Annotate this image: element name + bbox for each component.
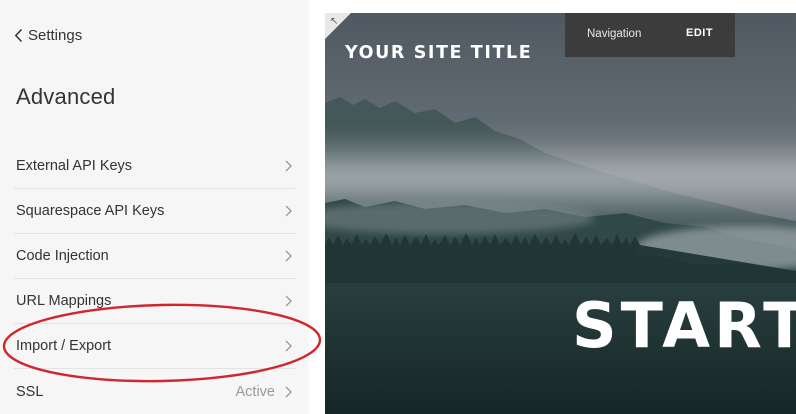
chevron-right-icon	[285, 340, 292, 352]
menu-item-squarespace-api-keys[interactable]: Squarespace API Keys	[14, 189, 295, 234]
site-preview: ↖ YOUR SITE TITLE Navigation EDIT START	[325, 13, 796, 414]
menu-item-label: Code Injection	[16, 248, 109, 264]
app-root: Settings Advanced External API Keys Squa…	[0, 0, 796, 414]
back-link-label: Settings	[28, 26, 83, 44]
menu-item-ssl[interactable]: SSL Active	[14, 369, 295, 414]
navigation-edit-bar: Navigation EDIT	[565, 13, 735, 57]
expand-arrow-icon[interactable]: ↖	[330, 17, 338, 27]
menu-item-right	[285, 250, 295, 262]
chevron-left-icon	[14, 28, 23, 42]
menu-item-right	[285, 160, 295, 172]
chevron-right-icon	[285, 160, 292, 172]
advanced-menu-list: External API Keys Squarespace API Keys C…	[0, 144, 309, 414]
menu-item-code-injection[interactable]: Code Injection	[14, 234, 295, 279]
back-to-settings-link[interactable]: Settings	[14, 24, 82, 46]
chevron-right-icon	[285, 250, 292, 262]
chevron-right-icon	[285, 386, 292, 397]
menu-item-right	[285, 295, 295, 307]
site-title[interactable]: YOUR SITE TITLE	[345, 43, 532, 63]
ssl-status-text: Active	[235, 383, 276, 400]
chevron-right-icon	[285, 205, 292, 217]
edit-navigation-button[interactable]: EDIT	[686, 27, 713, 39]
hero-heading[interactable]: START	[572, 295, 796, 357]
menu-item-right	[285, 340, 295, 352]
menu-item-import-export[interactable]: Import / Export	[14, 324, 295, 369]
menu-item-label: Import / Export	[16, 338, 112, 354]
menu-item-external-api-keys[interactable]: External API Keys	[14, 144, 295, 189]
menu-item-label: External API Keys	[16, 158, 133, 174]
menu-item-right	[285, 205, 295, 217]
settings-sidebar: Settings Advanced External API Keys Squa…	[0, 0, 309, 414]
navigation-label: Navigation	[587, 28, 642, 40]
menu-item-url-mappings[interactable]: URL Mappings	[14, 279, 295, 324]
menu-item-label: Squarespace API Keys	[16, 203, 165, 219]
menu-item-label: SSL	[16, 383, 44, 400]
chevron-right-icon	[285, 295, 292, 307]
menu-item-label: URL Mappings	[16, 293, 112, 309]
menu-item-right: Active	[236, 384, 296, 400]
page-title: Advanced	[16, 84, 116, 109]
